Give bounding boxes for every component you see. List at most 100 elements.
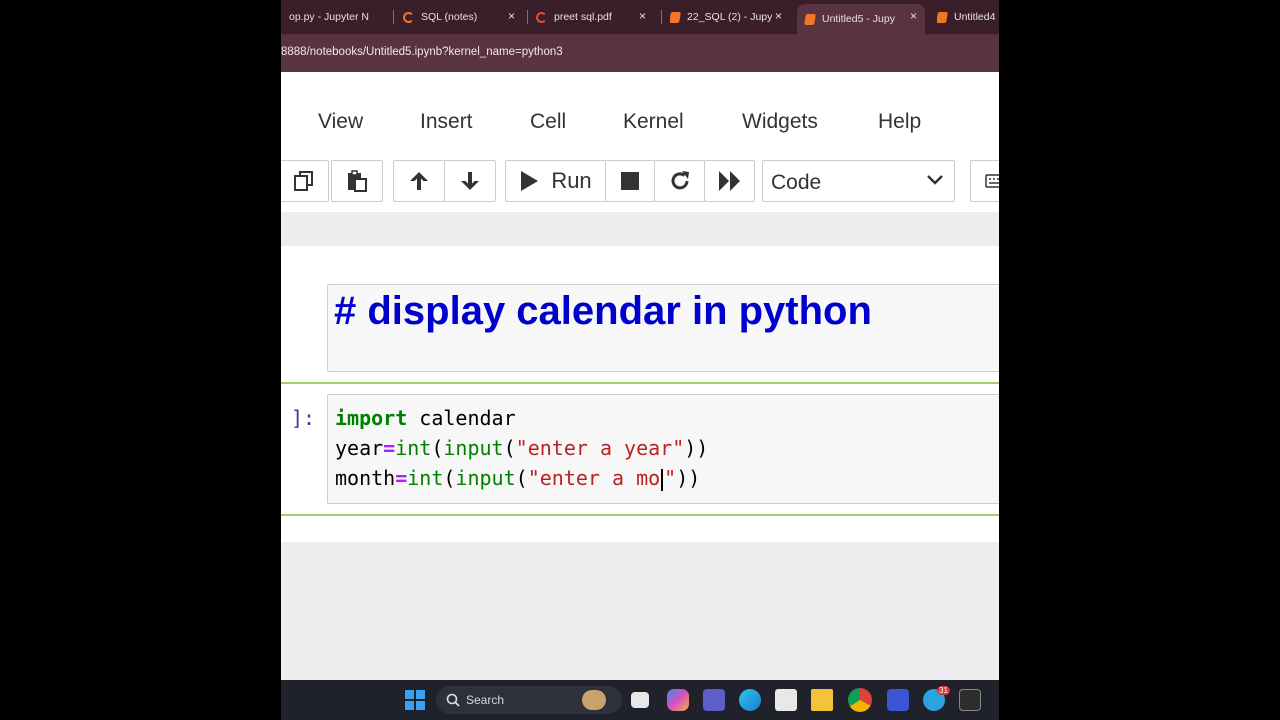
menu-widgets[interactable]: Widgets <box>742 110 818 134</box>
code-paren: ( <box>503 436 516 460</box>
keyboard-icon <box>985 174 999 188</box>
restart-button[interactable] <box>654 160 705 202</box>
code-string: " <box>664 466 677 490</box>
taskbar-search[interactable]: Search <box>436 686 622 714</box>
code-string: "enter a mo <box>527 466 661 490</box>
code-cell-editor[interactable]: import calendar year=int(input("enter a … <box>327 394 999 504</box>
chevron-down-icon <box>927 175 943 185</box>
url-field[interactable]: 8888/notebooks/Untitled5.ipynb?kernel_na… <box>281 46 563 58</box>
terminal-icon[interactable] <box>959 689 981 711</box>
restart-run-all-button[interactable] <box>704 160 755 202</box>
code-string: "enter a year" <box>515 436 685 460</box>
copilot-icon[interactable] <box>667 689 689 711</box>
tab-label: preet sql.pdf <box>554 11 612 23</box>
notebook-icon <box>937 11 948 23</box>
pdf-icon <box>536 11 547 23</box>
code-operator: = <box>383 436 396 460</box>
notebook-icon <box>670 11 681 23</box>
widgets-icon[interactable] <box>582 690 606 710</box>
fast-forward-icon <box>718 171 740 191</box>
browser-tab-op-py[interactable]: op.py - Jupyter N <box>289 4 401 30</box>
cell-type-select[interactable]: Code <box>762 160 955 202</box>
markdown-heading: # display calendar in python <box>334 289 872 333</box>
screen-frame: op.py - Jupyter N SQL (notes) × preet sq… <box>281 0 999 720</box>
interrupt-button[interactable] <box>605 160 655 202</box>
menu-kernel[interactable]: Kernel <box>623 110 684 134</box>
command-palette-button[interactable] <box>970 160 999 202</box>
tab-label: SQL (notes) <box>421 11 478 23</box>
code-builtin: input <box>455 466 516 490</box>
file-explorer-icon[interactable] <box>811 689 833 711</box>
address-bar: 8888/notebooks/Untitled5.ipynb?kernel_na… <box>281 34 999 72</box>
tab-separator <box>661 10 662 24</box>
run-label: Run <box>551 168 592 193</box>
markdown-cell[interactable]: # display calendar in python <box>327 284 999 372</box>
header-separator <box>281 212 999 246</box>
play-icon <box>521 171 539 191</box>
menu-help[interactable]: Help <box>878 110 921 134</box>
notebook-icon <box>804 13 816 25</box>
code-paren: ( <box>515 466 528 490</box>
cell-prompt: ]: <box>291 406 316 430</box>
chrome-icon[interactable] <box>848 688 872 712</box>
code-variable: year <box>335 436 384 460</box>
close-icon[interactable]: × <box>639 9 646 23</box>
close-icon[interactable]: × <box>508 9 515 23</box>
browser-tab-bar: op.py - Jupyter N SQL (notes) × preet sq… <box>281 0 999 34</box>
code-paren: ( <box>443 466 456 490</box>
code-line-2: year=int(input("enter a year")) <box>335 436 708 460</box>
paste-button[interactable] <box>331 160 383 202</box>
search-label: Search <box>466 693 505 707</box>
tab-separator <box>527 10 528 24</box>
taskbar: Search 31 <box>281 680 999 720</box>
selected-cell-border-bottom <box>281 514 999 516</box>
tab-label: op.py - Jupyter N <box>289 11 369 23</box>
selected-cell-border-top <box>281 382 999 384</box>
notebook-body: # display calendar in python ]: import c… <box>281 246 999 542</box>
search-icon <box>446 693 460 707</box>
tab-label: Untitled4 <box>954 11 996 23</box>
close-icon[interactable]: × <box>775 9 782 23</box>
menu-view[interactable]: View <box>318 110 363 134</box>
browser-tab-preet-sql-pdf[interactable]: preet sql.pdf × <box>536 4 654 30</box>
arrow-down-icon <box>461 172 479 190</box>
copy-button[interactable] <box>281 160 329 202</box>
store-icon[interactable] <box>775 689 797 711</box>
text-cursor <box>661 468 664 491</box>
code-paren: )) <box>676 466 701 490</box>
browser-tab-sql-notes[interactable]: SQL (notes) × <box>403 4 523 30</box>
menu-insert[interactable]: Insert <box>420 110 473 134</box>
close-icon[interactable]: × <box>910 9 917 23</box>
browser-tab-untitled4[interactable]: Untitled4 <box>937 4 999 30</box>
refresh-icon <box>671 171 689 190</box>
tab-label: Untitled5 - Jupy <box>822 13 895 25</box>
move-up-button[interactable] <box>393 160 445 202</box>
browser-tab-untitled5[interactable]: Untitled5 - Jupy × <box>797 4 925 34</box>
code-paren: )) <box>684 436 709 460</box>
copy-icon <box>294 171 313 191</box>
code-builtin: input <box>443 436 504 460</box>
browser-tab-22-sql[interactable]: 22_SQL (2) - Jupy × <box>670 4 790 30</box>
paste-icon <box>348 170 367 192</box>
windows-start-icon[interactable] <box>405 690 425 710</box>
notebook-empty-area <box>281 542 999 680</box>
jupyter-icon <box>403 11 414 23</box>
code-variable: month <box>335 466 396 490</box>
menu-cell[interactable]: Cell <box>530 110 566 134</box>
tab-label: 22_SQL (2) - Jupy <box>687 11 773 23</box>
code-operator: = <box>395 466 408 490</box>
code-line-1: import calendar <box>335 406 516 430</box>
edge-icon[interactable] <box>739 689 761 711</box>
code-builtin: int <box>395 436 432 460</box>
move-down-button[interactable] <box>444 160 496 202</box>
code-builtin: int <box>407 466 444 490</box>
task-view-icon[interactable] <box>631 692 649 708</box>
vscode-icon[interactable] <box>887 689 909 711</box>
code-line-3: month=int(input("enter a mo ")) <box>335 466 700 491</box>
code-text: calendar <box>407 406 516 430</box>
tab-separator <box>393 10 394 24</box>
teams-icon[interactable] <box>703 689 725 711</box>
run-button[interactable]: Run <box>505 160 606 202</box>
code-keyword: import <box>335 406 408 430</box>
arrow-up-icon <box>410 172 428 190</box>
